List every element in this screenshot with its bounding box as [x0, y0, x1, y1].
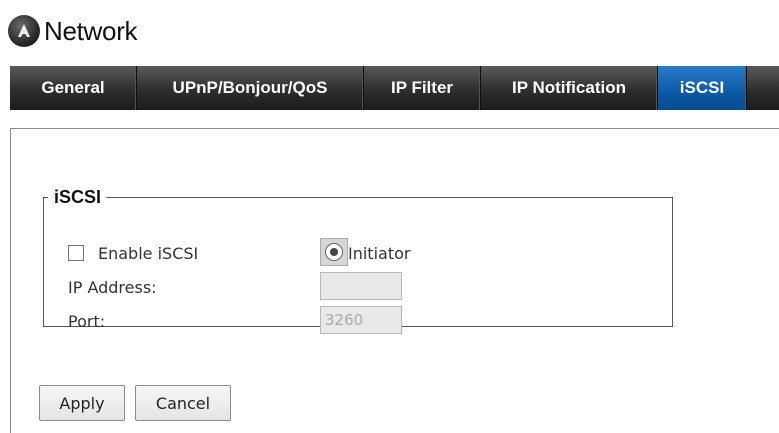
ip-address-field[interactable] [320, 272, 402, 300]
page-header: Network [8, 12, 138, 50]
page-title: Network [44, 15, 138, 46]
enable-iscsi-checkbox[interactable] [68, 245, 84, 261]
enable-iscsi-label: Enable iSCSI [98, 244, 199, 263]
ip-address-label: IP Address: [68, 278, 157, 297]
initiator-label: Initiator [348, 244, 411, 263]
port-label: Port: [68, 312, 106, 331]
content-panel: iSCSI Enable iSCSI Initiator IP Address:… [10, 128, 779, 433]
network-logo-icon [8, 15, 40, 47]
tab-general[interactable]: General [10, 66, 137, 110]
iscsi-group: iSCSI Enable iSCSI Initiator IP Address:… [43, 187, 673, 334]
tab-iscsi[interactable]: iSCSI [658, 66, 747, 110]
radio-selected-dot [330, 248, 338, 256]
cancel-button[interactable]: Cancel [135, 385, 231, 421]
apply-button[interactable]: Apply [39, 385, 125, 421]
port-field[interactable] [320, 306, 402, 334]
tab-ip-filter[interactable]: IP Filter [364, 66, 481, 110]
initiator-radio[interactable] [320, 238, 348, 266]
radio-circle-icon [325, 243, 343, 261]
tab-ip-notification[interactable]: IP Notification [481, 66, 658, 110]
tab-bar: General UPnP/Bonjour/QoS IP Filter IP No… [10, 66, 779, 110]
tab-upnp-bonjour-qos[interactable]: UPnP/Bonjour/QoS [137, 66, 364, 110]
iscsi-group-legend: iSCSI [54, 187, 102, 207]
